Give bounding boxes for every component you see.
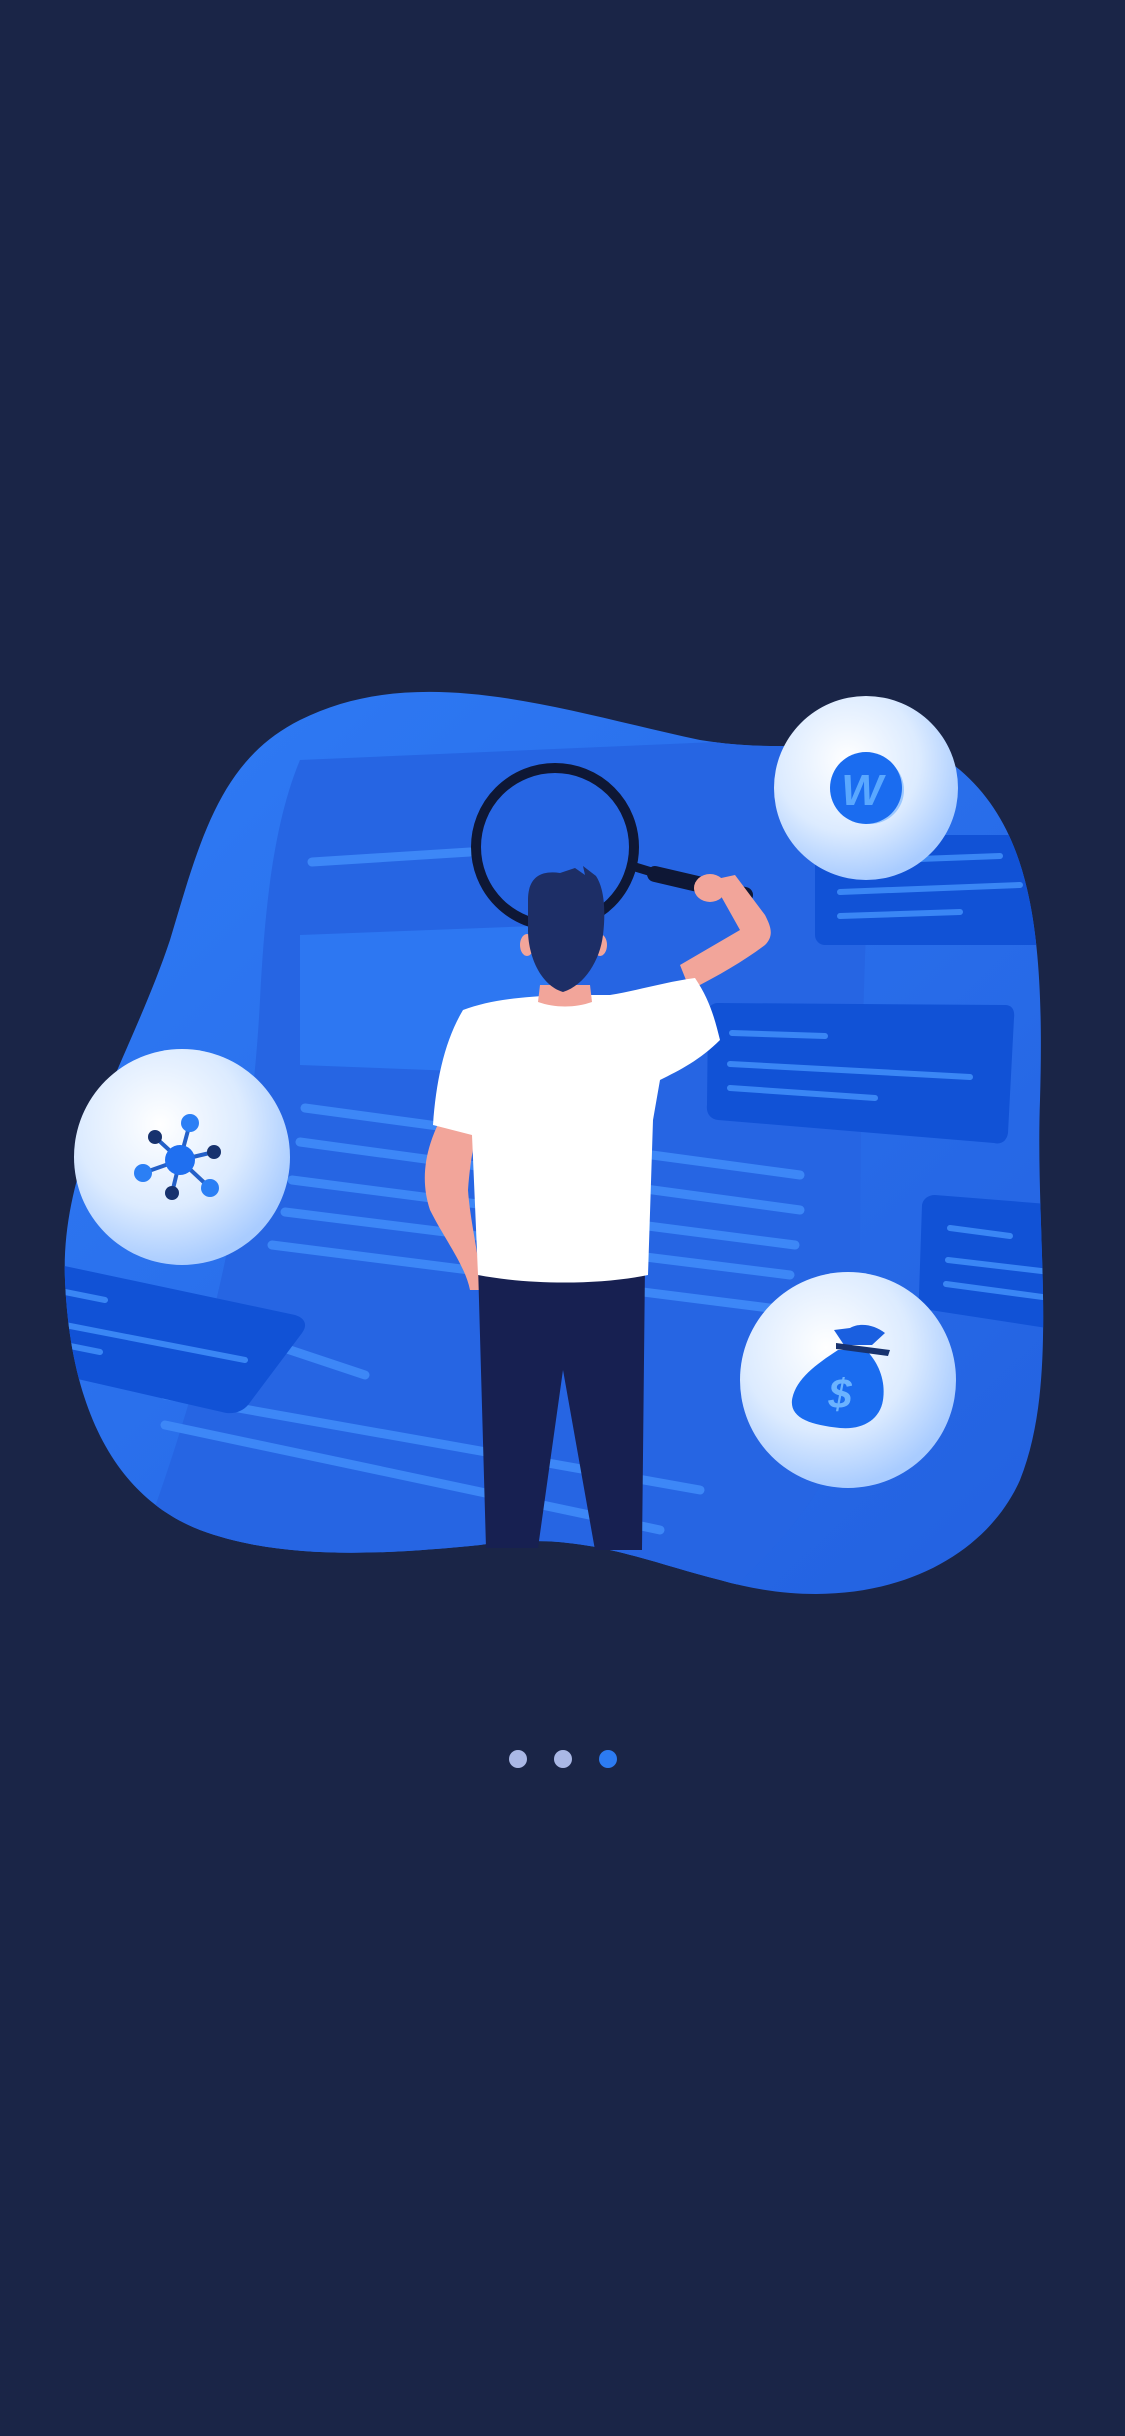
- page-dot-2[interactable]: [553, 1750, 572, 1768]
- money-bag-bubble: $: [740, 1272, 956, 1488]
- coin-bubble: W: [774, 696, 958, 880]
- page-dot-1[interactable]: [508, 1750, 527, 1768]
- onboarding-illustration: W $: [64, 691, 1044, 1594]
- network-bubble: [74, 1049, 290, 1265]
- money-bag-symbol: $: [827, 1370, 852, 1417]
- coin-letter: W: [841, 766, 886, 815]
- onboarding-screen: W $: [0, 0, 1125, 2436]
- page-dot-3[interactable]: [598, 1750, 617, 1768]
- pagination-dots: [0, 1744, 1125, 1774]
